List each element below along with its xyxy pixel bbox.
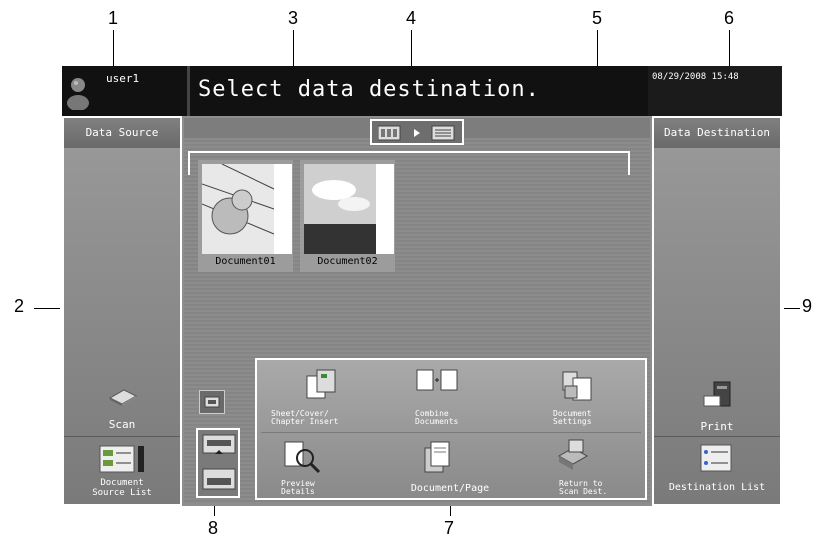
document-source-list-label-2: Source List (92, 488, 152, 498)
message-bar: user1 Select data destination. 08/29/200… (62, 66, 782, 116)
instruction-message: Select data destination. (198, 77, 540, 102)
sheet-label-2: Chapter Insert (271, 417, 339, 426)
destination-list-label: Destination List (668, 482, 766, 493)
leader-2 (34, 308, 60, 309)
preview-label-2: Details (281, 487, 315, 496)
document-source-list-label-1: Document (100, 478, 144, 488)
callout-9: 9 (802, 296, 813, 316)
destination-list-icon (700, 444, 732, 476)
header-divider (187, 66, 190, 116)
document-thumbnail[interactable]: Document02 (300, 160, 395, 272)
document-page-label: Document/Page (410, 483, 490, 494)
document-preview-image (304, 164, 394, 254)
callout-4: 4 (406, 8, 417, 28)
left-divider (64, 436, 180, 437)
sheet-cover-chapter-insert-button[interactable]: Sheet/Cover/ Chapter Insert (263, 366, 383, 430)
callout-8: 8 (208, 518, 219, 538)
scroll-control (196, 428, 240, 498)
callout-7: 7 (444, 518, 455, 538)
callout-3: 3 (288, 8, 299, 28)
return-label-2: Scan Dest. (559, 487, 608, 496)
printer-icon (700, 380, 734, 416)
document-list-icon (98, 444, 148, 478)
settings-label-2: Settings (553, 417, 592, 426)
sheet-insert-icon (303, 368, 339, 406)
preview-details-button[interactable]: Preview Details (263, 436, 383, 496)
callout-5: 5 (592, 8, 603, 28)
view-toggle-icon (377, 125, 458, 145)
scan-button[interactable]: Scan (64, 380, 180, 436)
user-icon (66, 76, 90, 111)
document-name: Document02 (317, 256, 378, 267)
data-destination-panel: Data Destination Print Destination List (652, 116, 782, 506)
right-divider (654, 436, 780, 437)
print-label: Print (700, 420, 734, 433)
scan-label: Scan (108, 418, 136, 431)
data-source-panel: Data Source Scan Document Source List (62, 116, 182, 506)
view-toggle[interactable] (370, 119, 464, 145)
magnifier-icon (283, 440, 323, 478)
data-source-title: Data Source (64, 118, 180, 148)
document-preview-image (201, 163, 292, 254)
leader-1 (113, 30, 114, 68)
document-page-icon (419, 438, 455, 480)
scroll-up-icon[interactable] (202, 434, 236, 460)
action-row-divider (261, 432, 641, 433)
document-name: Document01 (215, 256, 276, 267)
combine-documents-icon (415, 368, 461, 396)
document-thumbnail[interactable]: Document01 (198, 160, 293, 272)
action-panel: Sheet/Cover/ Chapter Insert Combine Docu… (255, 358, 647, 500)
scanner-icon (108, 386, 138, 410)
collapse-button[interactable] (199, 390, 225, 414)
document-source-list-button[interactable]: Document Source List (64, 438, 180, 504)
user-name: user1 (106, 72, 140, 85)
destination-list-button[interactable]: Destination List (654, 438, 780, 504)
print-button[interactable]: Print (654, 380, 780, 436)
data-destination-title: Data Destination (654, 118, 780, 148)
return-scan-icon (555, 438, 591, 476)
scroll-down-icon[interactable] (202, 468, 236, 496)
callout-6: 6 (724, 8, 735, 28)
document-settings-button[interactable]: Document Settings (519, 366, 643, 430)
return-to-scan-dest-button[interactable]: Return to Scan Dest. (519, 436, 643, 496)
combine-documents-button[interactable]: Combine Documents (391, 366, 511, 430)
datetime: 08/29/2008 15:48 (652, 72, 739, 82)
leader-9 (784, 308, 800, 309)
document-page-button[interactable]: Document/Page (391, 436, 511, 496)
combine-label-2: Documents (415, 417, 459, 426)
callout-2: 2 (14, 296, 25, 316)
callout-1: 1 (108, 8, 119, 28)
document-settings-icon (559, 368, 595, 408)
